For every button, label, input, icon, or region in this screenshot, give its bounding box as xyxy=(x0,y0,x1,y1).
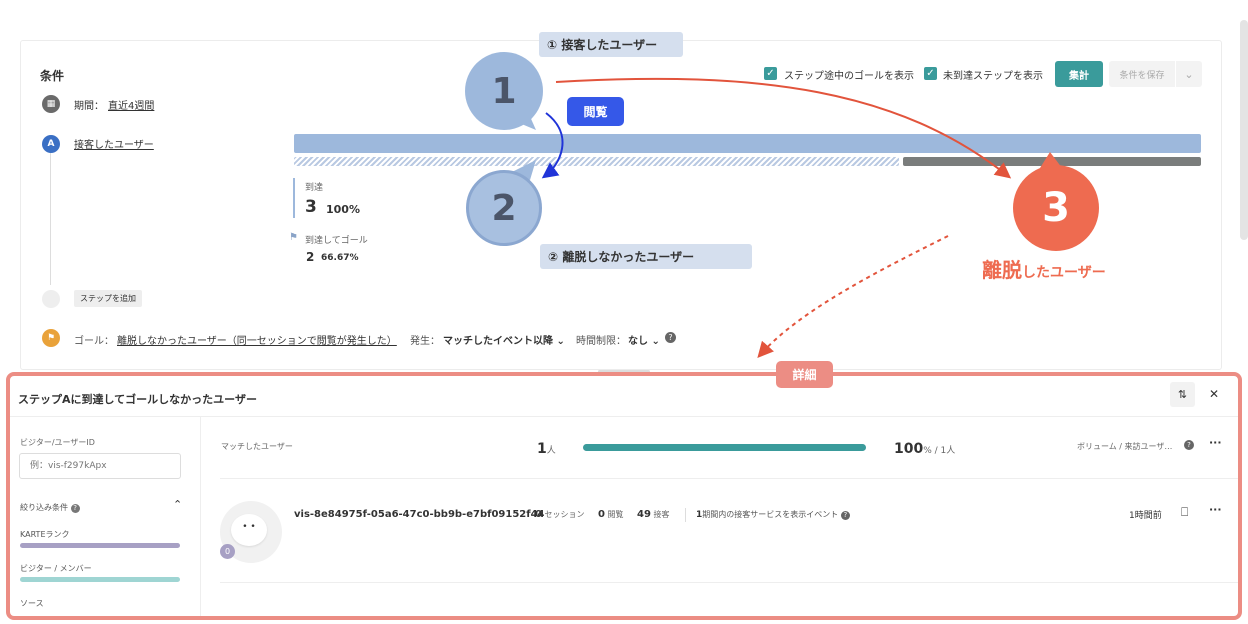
filter-conditions-text: 絞り込み条件 xyxy=(20,503,68,512)
matched-percent-suffix: % / 1人 xyxy=(923,446,956,456)
user-views: 0 閲覧 xyxy=(598,509,624,520)
close-icon[interactable]: ✕ xyxy=(1209,387,1219,401)
detail-badge: 詳細 xyxy=(776,361,833,388)
volume-help-icon[interactable]: ? xyxy=(1184,440,1194,450)
filter-help-icon[interactable]: ? xyxy=(70,504,80,513)
arrow-to-step2 xyxy=(541,112,564,179)
sort-icon[interactable]: ⇅ xyxy=(1170,382,1195,407)
filter-source-label: ソース xyxy=(20,599,44,608)
bookmark-icon[interactable]: ⎕ xyxy=(1181,505,1188,520)
summary-more-icon[interactable]: ··· xyxy=(1209,436,1222,449)
user-contacts-label: 接客 xyxy=(653,510,670,519)
filter-karte-rank-label: KARTEランク xyxy=(20,530,70,539)
detail-panel: ステップAに到達してゴールしなかったユーザー ⇅ ✕ ビジター/ユーザーID 絞… xyxy=(6,372,1242,620)
churn-label: 離脱したユーザー xyxy=(982,254,1106,283)
filter-visitor-member-label: ビジター / メンバー xyxy=(20,564,92,573)
user-sessions-value: 0 xyxy=(535,509,542,520)
user-views-label: 閲覧 xyxy=(607,510,624,519)
divider xyxy=(685,508,686,522)
visitor-id-label: ビジター/ユーザーID xyxy=(20,438,95,447)
matched-label: マッチしたユーザー xyxy=(221,442,293,451)
arrow-to-churn xyxy=(555,77,1012,179)
matched-unit: 人 xyxy=(546,446,556,456)
user-sessions: 0 セッション xyxy=(535,509,585,520)
avatar-face-icon: • • xyxy=(231,514,267,546)
user-id-link[interactable]: vis-8e84975f-05a6-47c0-bb9b-e7bf09152f44 xyxy=(294,509,545,520)
avatar[interactable]: • • 0 xyxy=(220,501,282,563)
collapse-chevron-icon[interactable]: ⌃ xyxy=(173,498,182,511)
bubble-1: 1 xyxy=(465,52,543,130)
view-badge: 閲覧 xyxy=(567,97,624,126)
filter-visitor-member-bar[interactable] xyxy=(20,577,180,582)
visitor-id-input[interactable] xyxy=(19,453,181,479)
arrow-to-detail xyxy=(757,235,949,358)
tag-step2: ② 離脱しなかったユーザー xyxy=(540,244,752,269)
user-sessions-label: セッション xyxy=(544,510,585,519)
user-contacts-value: 49 xyxy=(637,509,651,520)
matched-progress-track xyxy=(583,444,866,451)
user-more-icon[interactable]: ··· xyxy=(1209,503,1222,516)
divider xyxy=(220,478,1238,479)
volume-label: ボリューム / 来訪ユーザ… xyxy=(1077,442,1173,451)
matched-count: 1人 xyxy=(537,438,556,457)
tag-step1: ① 接客したユーザー xyxy=(539,32,683,57)
user-views-value: 0 xyxy=(598,509,605,520)
user-event-label: 期間内の接客サービスを表示イベント xyxy=(702,510,839,519)
matched-progress-fill xyxy=(583,444,866,451)
user-contacts: 49 接客 xyxy=(637,509,669,520)
detail-title: ステップAに到達してゴールしなかったユーザー xyxy=(18,393,257,406)
divider xyxy=(10,416,1238,417)
user-time-ago: 1時間前 xyxy=(1129,511,1162,521)
matched-count-value: 1 xyxy=(537,441,547,457)
churn-label-small: したユーザー xyxy=(1022,265,1106,281)
divider xyxy=(220,582,1238,583)
bubble-2: 2 xyxy=(466,170,542,246)
filter-conditions-label: 絞り込み条件 ? xyxy=(20,502,80,513)
event-help-icon[interactable]: ? xyxy=(840,511,850,520)
avatar-badge: 0 xyxy=(220,544,235,559)
filter-karte-rank-bar[interactable] xyxy=(20,543,180,548)
matched-percent: 100% / 1人 xyxy=(894,438,955,457)
matched-percent-value: 100 xyxy=(894,441,924,457)
churn-label-big: 離脱 xyxy=(982,258,1022,282)
bubble-3: 3 xyxy=(1013,165,1099,251)
user-event: 1期間内の接客サービスを表示イベント ? xyxy=(696,509,850,520)
sidebar-divider xyxy=(200,416,201,616)
